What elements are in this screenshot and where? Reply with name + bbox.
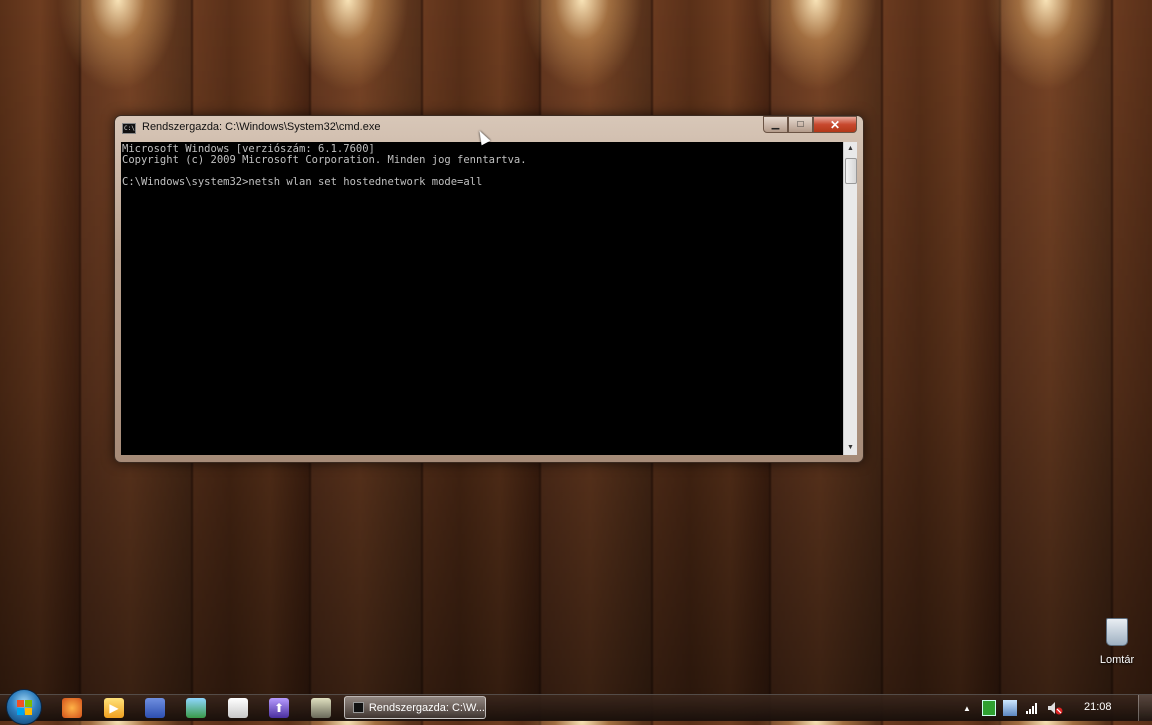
desktop-icon-recycle-bin[interactable]: Lomtár bbox=[1090, 618, 1144, 666]
close-button[interactable]: ✕ bbox=[813, 116, 857, 133]
window-title: Rendszergazda: C:\Windows\System32\cmd.e… bbox=[142, 121, 381, 133]
cmd-icon bbox=[353, 702, 364, 713]
cmd-icon[interactable]: C:\ bbox=[122, 123, 136, 134]
save-icon[interactable] bbox=[145, 698, 165, 718]
network-people-icon[interactable] bbox=[186, 698, 206, 718]
network-icon[interactable] bbox=[1003, 700, 1017, 716]
green-app-icon[interactable] bbox=[982, 700, 996, 716]
recycle-bin-icon bbox=[1106, 618, 1128, 646]
minimize-button[interactable]: ▁ bbox=[763, 116, 788, 133]
app-icon[interactable] bbox=[228, 698, 248, 718]
clock[interactable]: 21:08 bbox=[1084, 701, 1112, 713]
scroll-down-arrow-icon[interactable]: ▼ bbox=[844, 441, 857, 455]
console-line: Copyright (c) 2009 Microsoft Corporation… bbox=[122, 154, 527, 166]
window-controls: ▁ □ ✕ bbox=[763, 116, 857, 133]
scroll-up-arrow-icon[interactable]: ▲ bbox=[844, 142, 857, 156]
vertical-scrollbar[interactable]: ▲ ▼ bbox=[843, 142, 857, 455]
maximize-button[interactable]: □ bbox=[788, 116, 813, 133]
show-hidden-icons-button[interactable]: ▲ bbox=[960, 700, 974, 716]
upload-icon[interactable]: ⬆ bbox=[269, 698, 289, 718]
taskbar-button-cmd[interactable]: Rendszergazda: C:\W... bbox=[344, 696, 486, 719]
scroll-thumb[interactable] bbox=[845, 158, 857, 184]
taskbar: ▶ ⬆ Rendszergazda: C:\W... ▲ 21:08 bbox=[0, 689, 1152, 725]
cmd-window[interactable]: C:\ Rendszergazda: C:\Windows\System32\c… bbox=[114, 115, 864, 463]
console-command-line[interactable]: C:\Windows\system32>netsh wlan set hoste… bbox=[122, 176, 482, 188]
media-player-icon[interactable]: ▶ bbox=[104, 698, 124, 718]
desktop-icon-label: Lomtár bbox=[1099, 654, 1135, 666]
windows-logo-icon bbox=[16, 699, 32, 715]
taskbar-button-label: Rendszergazda: C:\W... bbox=[368, 701, 485, 714]
show-desktop-button[interactable] bbox=[1138, 695, 1152, 721]
firefox-icon[interactable] bbox=[62, 698, 82, 718]
volume-muted-icon[interactable] bbox=[1047, 700, 1063, 716]
signal-icon[interactable] bbox=[1025, 700, 1039, 716]
console-output[interactable]: Microsoft Windows [verziószám: 6.1.7600]… bbox=[121, 142, 843, 455]
tool-icon[interactable] bbox=[311, 698, 331, 718]
